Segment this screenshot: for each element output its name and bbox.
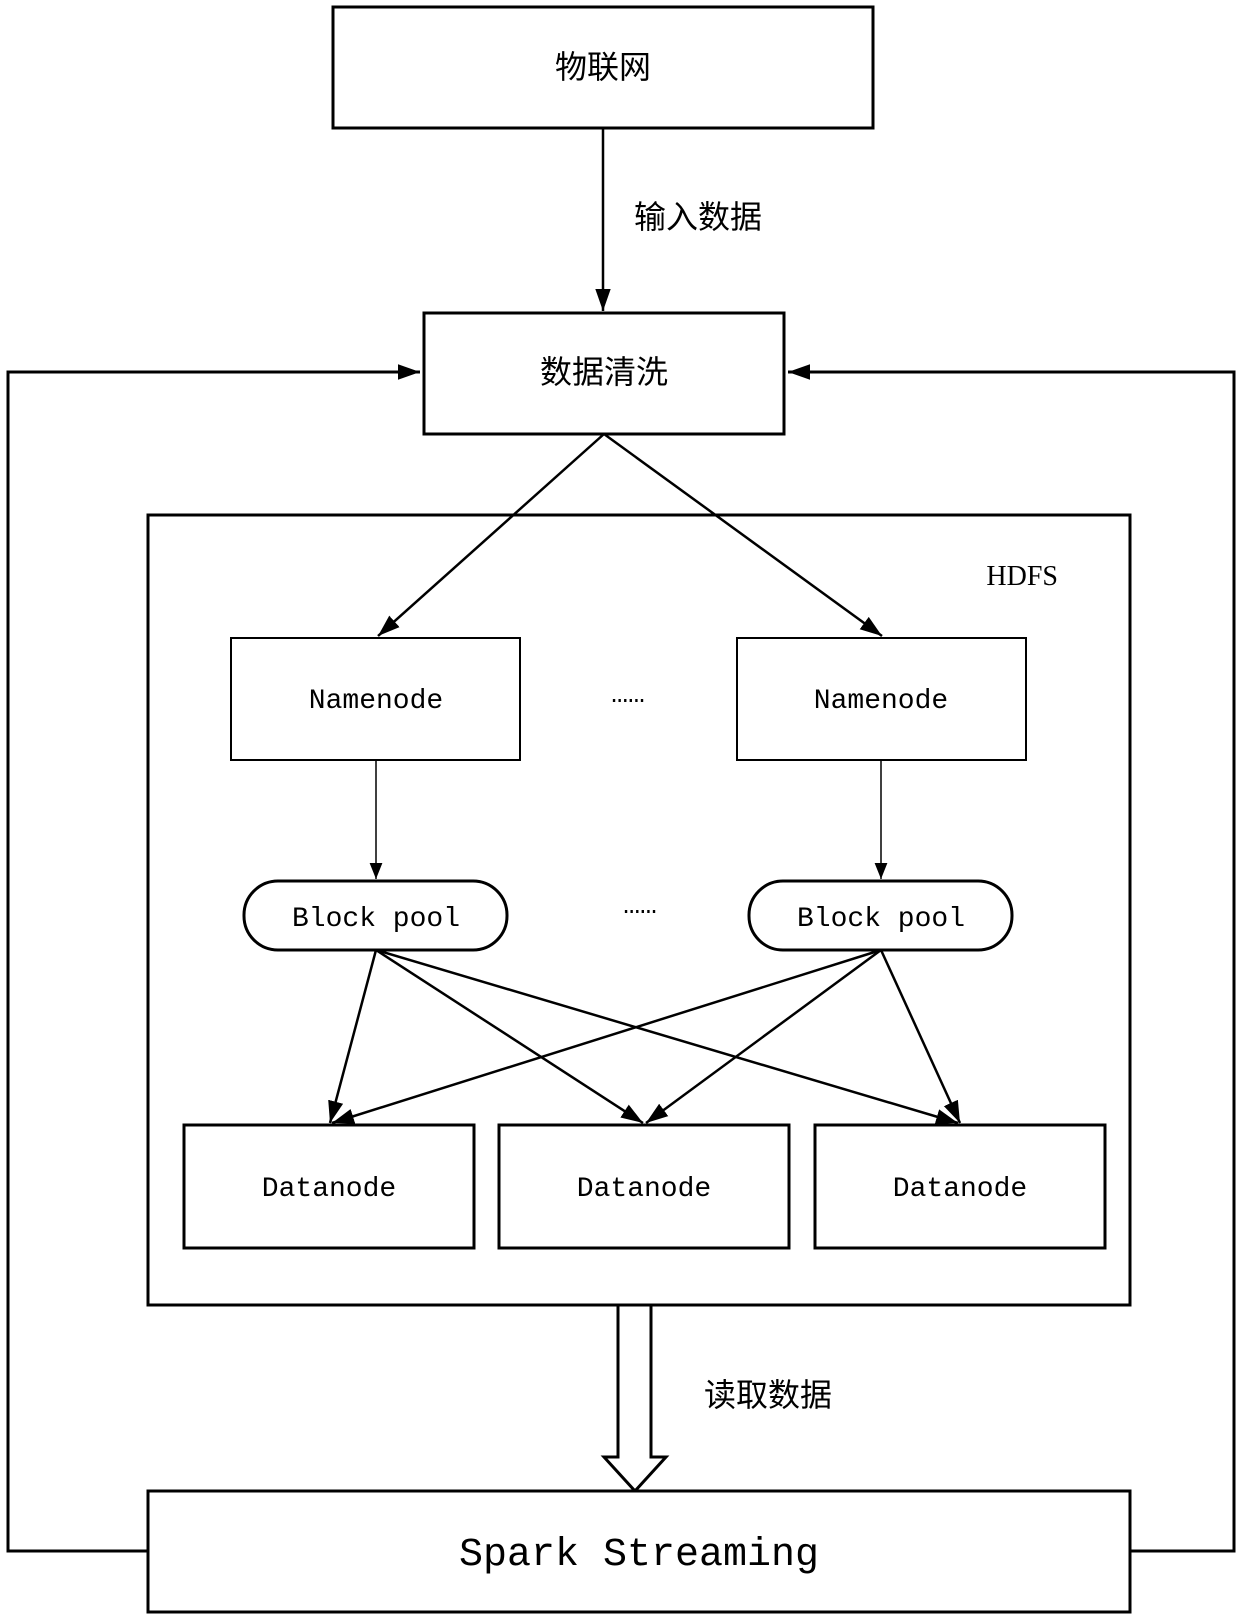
iot-label: 物联网 — [555, 48, 651, 86]
blockpool-right: Block pool — [747, 879, 1014, 952]
blockpool-left: Block pool — [242, 879, 509, 952]
namenode-left-label: Namenode — [309, 686, 443, 717]
datanode-1-label: Datanode — [262, 1174, 396, 1205]
blockpool-right-label: Block pool — [797, 904, 965, 935]
cleaning-node: 数据清洗 — [422, 311, 786, 436]
datanode-1: Datanode — [182, 1123, 476, 1250]
namenode-left: Namenode — [230, 637, 521, 761]
blockpool-left-label: Block pool — [292, 904, 460, 935]
datanode-3: Datanode — [813, 1123, 1107, 1250]
cleaning-label: 数据清洗 — [540, 353, 668, 391]
blockpool-ellipsis: …… — [623, 891, 657, 922]
edge-label-input-data: 输入数据 — [634, 198, 762, 236]
spark-streaming-node: Spark Streaming — [146, 1489, 1132, 1614]
hdfs-label: HDFS — [986, 561, 1058, 592]
datanode-3-label: Datanode — [893, 1174, 1027, 1205]
namenode-right: Namenode — [736, 637, 1027, 761]
edge-hdfs-to-spark-block-arrow — [600, 1303, 670, 1494]
iot-node: 物联网 — [331, 5, 875, 130]
hdfs-spark-architecture-diagram: 物联网 输入数据 数据清洗 HDFS Namenode …… Namenode … — [6, 5, 1236, 1614]
datanode-2: Datanode — [497, 1123, 791, 1250]
namenode-right-label: Namenode — [814, 686, 948, 717]
datanode-2-label: Datanode — [577, 1174, 711, 1205]
namenode-ellipsis: …… — [611, 680, 645, 711]
spark-streaming-label: Spark Streaming — [459, 1533, 819, 1578]
edge-label-read-data: 读取数据 — [704, 1376, 832, 1414]
